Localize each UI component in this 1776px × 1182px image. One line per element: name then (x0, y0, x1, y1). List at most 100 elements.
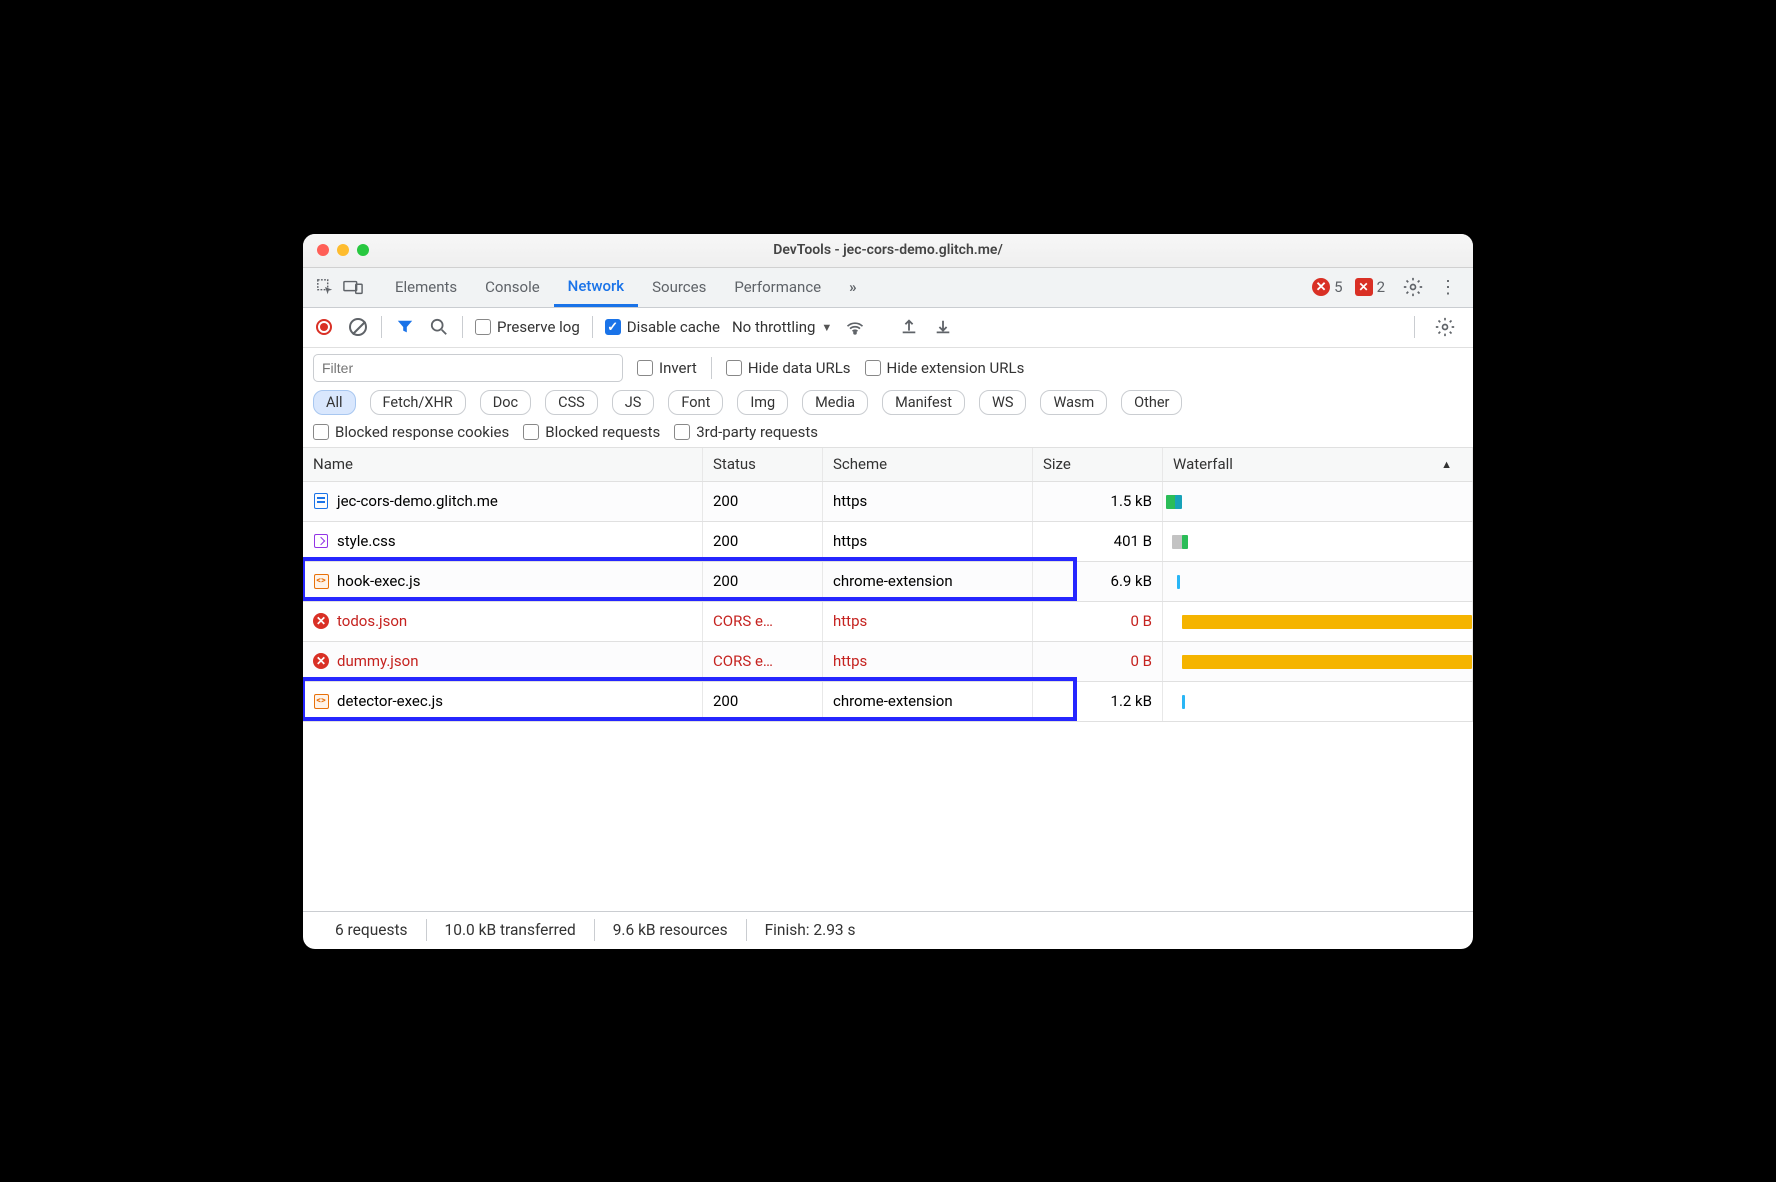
disable-cache-label: Disable cache (627, 318, 720, 336)
request-name: todos.json (337, 612, 407, 630)
tab-sources[interactable]: Sources (638, 268, 720, 307)
hide-data-label: Hide data URLs (748, 359, 851, 377)
inspect-icon[interactable] (311, 278, 339, 296)
column-status[interactable]: Status (703, 448, 823, 481)
column-waterfall[interactable]: Waterfall ▲ (1163, 448, 1473, 481)
checkbox-icon (475, 319, 491, 335)
request-scheme: https (823, 522, 1033, 561)
toolbar-divider (592, 316, 593, 338)
request-scheme: https (823, 602, 1033, 641)
toolbar-divider (1414, 316, 1415, 338)
table-row[interactable]: jec-cors-demo.glitch.me200https1.5 kB (303, 482, 1473, 522)
issue-count: 2 (1377, 278, 1385, 296)
table-header[interactable]: Name Status Scheme Size Waterfall ▲ (303, 448, 1473, 482)
request-size: 0 B (1033, 602, 1163, 641)
request-name: detector-exec.js (337, 692, 443, 710)
checkbox-icon (523, 424, 539, 440)
script-icon: <> (313, 693, 329, 709)
column-scheme[interactable]: Scheme (823, 448, 1033, 481)
checkbox-icon (726, 360, 742, 376)
blocked-cookies-label: Blocked response cookies (335, 423, 509, 441)
throttling-label: No throttling (732, 318, 815, 336)
filter-input[interactable] (313, 354, 623, 382)
request-waterfall (1163, 522, 1473, 561)
dropdown-arrow-icon: ▼ (821, 321, 832, 334)
window-title: DevTools - jec-cors-demo.glitch.me/ (303, 242, 1473, 258)
table-row[interactable]: <>detector-exec.js200chrome-extension1.2… (303, 682, 1473, 722)
network-settings-icon[interactable] (1435, 317, 1455, 337)
record-button[interactable] (313, 316, 335, 338)
blocked-requests-checkbox[interactable]: Blocked requests (523, 423, 660, 441)
invert-label: Invert (659, 359, 697, 377)
throttling-select[interactable]: No throttling ▼ (732, 318, 832, 336)
type-filter-media[interactable]: Media (802, 390, 868, 415)
filter-toggle-icon[interactable] (394, 316, 416, 338)
request-status: CORS e… (703, 642, 823, 681)
table-body: jec-cors-demo.glitch.me200https1.5 kBsty… (303, 482, 1473, 911)
blocked-requests-label: Blocked requests (545, 423, 660, 441)
column-size[interactable]: Size (1033, 448, 1163, 481)
tab-performance[interactable]: Performance (720, 268, 835, 307)
type-filter-fetchxhr[interactable]: Fetch/XHR (370, 390, 466, 415)
network-toolbar: Preserve log Disable cache No throttling… (303, 308, 1473, 348)
export-har-icon[interactable] (898, 316, 920, 338)
tab-elements[interactable]: Elements (381, 268, 471, 307)
column-name[interactable]: Name (303, 448, 703, 481)
hide-data-urls-checkbox[interactable]: Hide data URLs (726, 359, 851, 377)
type-filter-js[interactable]: JS (612, 390, 655, 415)
type-filter-all[interactable]: All (313, 390, 356, 415)
preserve-log-checkbox[interactable]: Preserve log (475, 318, 580, 336)
type-filter-doc[interactable]: Doc (480, 390, 531, 415)
search-icon[interactable] (428, 316, 450, 338)
error-count: 5 (1334, 278, 1342, 296)
table-row[interactable]: style.css200https401 B (303, 522, 1473, 562)
request-status: 200 (703, 522, 823, 561)
request-size: 0 B (1033, 642, 1163, 681)
type-filter-wasm[interactable]: Wasm (1040, 390, 1107, 415)
tab-console[interactable]: Console (471, 268, 554, 307)
clear-button[interactable] (347, 316, 369, 338)
network-table: Name Status Scheme Size Waterfall ▲ jec-… (303, 448, 1473, 911)
finish-time: Finish: 2.93 s (747, 921, 874, 939)
table-row[interactable]: ✕todos.jsonCORS e…https0 B (303, 602, 1473, 642)
hide-extension-urls-checkbox[interactable]: Hide extension URLs (865, 359, 1025, 377)
request-name: jec-cors-demo.glitch.me (337, 492, 498, 510)
request-waterfall (1163, 642, 1473, 681)
request-scheme: chrome-extension (823, 562, 1033, 601)
preserve-log-label: Preserve log (497, 318, 580, 336)
status-bar: 6 requests 10.0 kB transferred 9.6 kB re… (303, 911, 1473, 949)
error-count-badge[interactable]: ✕ 5 (1312, 278, 1342, 296)
type-filter-css[interactable]: CSS (545, 390, 598, 415)
request-scheme: chrome-extension (823, 682, 1033, 721)
invert-checkbox[interactable]: Invert (637, 359, 697, 377)
import-har-icon[interactable] (932, 316, 954, 338)
table-row[interactable]: ✕dummy.jsonCORS e…https0 B (303, 642, 1473, 682)
request-name: hook-exec.js (337, 572, 420, 590)
table-row[interactable]: <>hook-exec.js200chrome-extension6.9 kB (303, 562, 1473, 602)
more-options-icon[interactable]: ⋮ (1439, 277, 1457, 298)
issue-count-badge[interactable]: ✕ 2 (1355, 278, 1385, 296)
tab-network[interactable]: Network (554, 268, 638, 307)
request-scheme: https (823, 642, 1033, 681)
error-icon: ✕ (313, 653, 329, 669)
filter-bar: Invert Hide data URLs Hide extension URL… (303, 348, 1473, 448)
request-waterfall (1163, 562, 1473, 601)
type-filter-other[interactable]: Other (1121, 390, 1182, 415)
type-filter-manifest[interactable]: Manifest (882, 390, 965, 415)
type-filter-img[interactable]: Img (737, 390, 788, 415)
type-filter-ws[interactable]: WS (979, 390, 1026, 415)
request-size: 1.5 kB (1033, 482, 1163, 521)
requests-count: 6 requests (317, 921, 426, 939)
network-conditions-icon[interactable] (844, 316, 866, 338)
request-size: 6.9 kB (1033, 562, 1163, 601)
type-filter-font[interactable]: Font (668, 390, 723, 415)
device-toolbar-icon[interactable] (339, 279, 367, 295)
settings-icon[interactable] (1403, 277, 1423, 297)
disable-cache-checkbox[interactable]: Disable cache (605, 318, 720, 336)
checkbox-icon (637, 360, 653, 376)
tabs-overflow-button[interactable]: » (835, 268, 871, 307)
request-type-filters: All Fetch/XHR Doc CSS JS Font Img Media Manifest… (313, 390, 1463, 415)
third-party-checkbox[interactable]: 3rd-party requests (674, 423, 818, 441)
blocked-cookies-checkbox[interactable]: Blocked response cookies (313, 423, 509, 441)
document-icon (313, 493, 329, 509)
